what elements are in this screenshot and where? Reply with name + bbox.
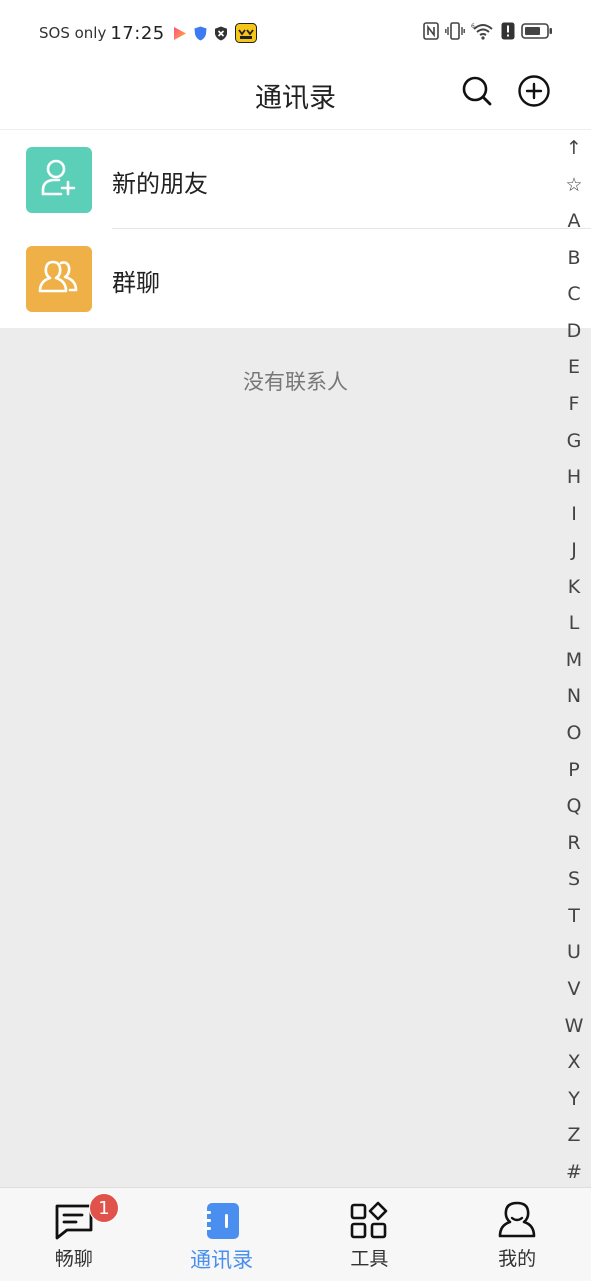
status-bar-right: 6	[423, 22, 553, 44]
alpha-index-letter[interactable]: I	[571, 503, 577, 525]
nav-tab-contacts[interactable]: 通讯录	[148, 1188, 296, 1281]
status-bar: SOS only 17:25 6	[0, 0, 591, 62]
alpha-index-letter[interactable]: L	[569, 612, 580, 634]
profile-icon	[496, 1200, 538, 1242]
search-button[interactable]	[460, 76, 494, 110]
nav-label-tools: 工具	[350, 1248, 389, 1270]
alpha-index-letter[interactable]: Z	[567, 1124, 580, 1146]
nav-label-profile: 我的	[498, 1248, 537, 1270]
alpha-index-letter[interactable]: O	[567, 722, 582, 744]
wifi-icon: 6	[471, 22, 495, 44]
header: 通讯录	[0, 62, 591, 130]
alpha-index-letter[interactable]: S	[568, 868, 580, 890]
alpha-index-letter[interactable]: T	[568, 905, 580, 927]
alpha-index-letter[interactable]: K	[568, 576, 580, 598]
add-button[interactable]	[517, 74, 551, 112]
page-title: 通讯录	[255, 83, 336, 114]
alpha-index-letter[interactable]: Y	[568, 1088, 580, 1110]
alpha-index-letter[interactable]: C	[567, 283, 580, 305]
alpha-index-letter[interactable]: A	[568, 210, 581, 232]
alpha-index-letter[interactable]: V	[568, 978, 581, 1000]
bottom-nav: 畅聊 1 通讯录 工具 我的	[0, 1187, 591, 1281]
alpha-index-letter[interactable]: E	[568, 356, 580, 378]
battery-icon	[521, 22, 553, 44]
alpha-index-letter[interactable]: G	[567, 430, 582, 452]
add-friend-icon	[39, 157, 79, 203]
play-app-icon	[173, 26, 187, 41]
game-app-icon	[234, 23, 257, 43]
clock-time: 17:25	[110, 22, 165, 44]
alpha-index-letter[interactable]: ☆	[565, 174, 582, 196]
carrier-text: SOS only	[39, 24, 107, 42]
alpha-index-letter[interactable]: ↑	[566, 137, 582, 159]
group-icon	[37, 257, 81, 301]
alpha-index-letter[interactable]: P	[568, 759, 579, 781]
group-chat-avatar	[26, 246, 92, 312]
alpha-index-letter[interactable]: D	[567, 320, 582, 342]
new-friends-label: 新的朋友	[112, 170, 208, 198]
blocked-app-icon	[214, 26, 228, 41]
alpha-index-letter[interactable]: J	[571, 539, 577, 561]
nav-tab-profile[interactable]: 我的	[443, 1188, 591, 1281]
group-chat-label: 群聊	[112, 269, 160, 297]
nav-tab-chat[interactable]: 畅聊 1	[0, 1188, 148, 1281]
status-bar-left: SOS only 17:25	[39, 22, 264, 44]
alpha-index-letter[interactable]: F	[569, 393, 580, 415]
group-chat-entry[interactable]: 群聊	[0, 229, 591, 328]
alpha-index-letter[interactable]: R	[567, 832, 580, 854]
shield-app-icon	[194, 26, 207, 41]
nav-tab-tools[interactable]: 工具	[296, 1188, 444, 1281]
empty-contacts-text: 没有联系人	[243, 370, 348, 394]
new-friends-entry[interactable]: 新的朋友	[0, 130, 591, 229]
alpha-index-letter[interactable]: M	[566, 649, 582, 671]
add-circle-icon	[517, 74, 551, 112]
alpha-index-letter[interactable]: W	[565, 1015, 584, 1037]
alpha-index-letter[interactable]: N	[567, 685, 581, 707]
alpha-index-letter[interactable]: #	[566, 1161, 582, 1183]
alpha-index-letter[interactable]: X	[567, 1051, 580, 1073]
vibrate-icon	[445, 22, 465, 44]
nfc-icon	[423, 22, 439, 44]
alpha-index-letter[interactable]: U	[567, 941, 581, 963]
alert-icon	[501, 22, 515, 44]
unread-badge: 1	[89, 1193, 119, 1223]
alphabet-index[interactable]: ↑ ☆ A B C D E F G H I J K L M N O P Q R S T U V W X Y Z #	[557, 133, 591, 1187]
new-friends-avatar	[26, 147, 92, 213]
search-icon	[461, 75, 493, 111]
contacts-book-icon	[201, 1200, 243, 1242]
alpha-index-letter[interactable]: B	[567, 247, 580, 269]
alpha-index-letter[interactable]: Q	[567, 795, 582, 817]
contacts-entry-list: 新的朋友 群聊	[0, 130, 591, 328]
tools-grid-icon	[348, 1200, 390, 1242]
alpha-index-letter[interactable]: H	[567, 466, 581, 488]
nav-label-contacts: 通讯录	[190, 1248, 254, 1272]
nav-label-chat: 畅聊	[54, 1248, 93, 1270]
